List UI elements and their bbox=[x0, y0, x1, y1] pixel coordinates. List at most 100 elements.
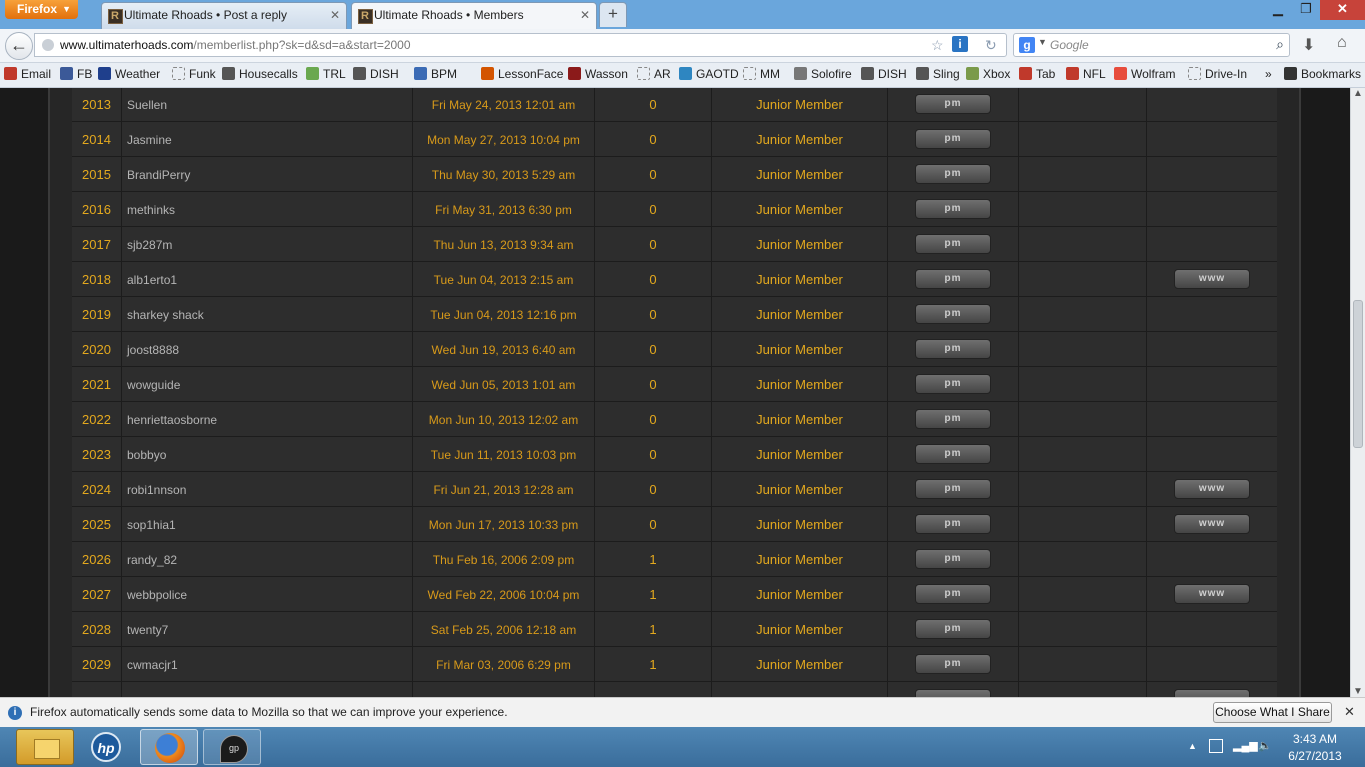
member-username-link[interactable] bbox=[122, 682, 413, 697]
search-input[interactable]: Google bbox=[1050, 38, 1089, 52]
member-post-count[interactable]: 0 bbox=[595, 472, 712, 506]
bookmark-item[interactable]: BPM bbox=[414, 67, 457, 81]
bookmark-star-icon[interactable]: ☆ bbox=[931, 37, 944, 54]
member-post-count[interactable]: 1 bbox=[595, 542, 712, 576]
pm-button[interactable]: pm bbox=[915, 199, 991, 219]
pm-button[interactable]: pm bbox=[915, 479, 991, 499]
firefox-menu-button[interactable]: Firefox ▼ bbox=[5, 0, 78, 19]
member-username-link[interactable]: webbpolice bbox=[122, 577, 413, 611]
pm-button[interactable]: pm bbox=[915, 234, 991, 254]
member-post-count[interactable]: 1 bbox=[595, 577, 712, 611]
member-username-link[interactable]: joost8888 bbox=[122, 332, 413, 366]
network-icon[interactable]: ▂▄▆ bbox=[1233, 739, 1258, 752]
pm-button[interactable]: pm bbox=[915, 444, 991, 464]
member-post-count[interactable]: 0 bbox=[595, 192, 712, 226]
new-tab-button[interactable]: + bbox=[599, 2, 627, 27]
member-post-count[interactable]: 0 bbox=[595, 122, 712, 156]
firefox-icon[interactable] bbox=[140, 729, 198, 765]
hp-icon[interactable]: hp bbox=[79, 729, 137, 765]
vertical-scrollbar[interactable]: ▲ ▼ bbox=[1350, 88, 1365, 697]
tab-close-icon[interactable]: ✕ bbox=[330, 3, 340, 28]
member-post-count[interactable]: 0 bbox=[595, 332, 712, 366]
close-window-button[interactable]: ✕ bbox=[1320, 0, 1365, 20]
url-text[interactable]: www.ultimaterhoads.com/memberlist.php?sk… bbox=[60, 38, 411, 52]
reload-icon[interactable]: ↻ bbox=[985, 37, 997, 54]
tab-members[interactable]: Ultimate Rhoads • Members ✕ bbox=[351, 2, 597, 29]
bookmark-item[interactable]: Wasson bbox=[568, 67, 628, 81]
member-username-link[interactable]: Jasmine bbox=[122, 122, 413, 156]
bookmarks-overflow-button[interactable]: » bbox=[1265, 67, 1272, 81]
member-username-link[interactable]: randy_82 bbox=[122, 542, 413, 576]
member-post-count[interactable]: 0 bbox=[595, 157, 712, 191]
member-post-count[interactable]: 0 bbox=[595, 437, 712, 471]
clock-date[interactable]: 6/27/2013 bbox=[1280, 749, 1350, 763]
bookmark-item[interactable]: Solofire bbox=[794, 67, 852, 81]
member-username-link[interactable]: sharkey shack bbox=[122, 297, 413, 331]
volume-icon[interactable]: 🔈 bbox=[1258, 739, 1272, 752]
member-username-link[interactable]: robi1nnson bbox=[122, 472, 413, 506]
chevron-down-icon[interactable]: ▼ bbox=[1038, 37, 1047, 47]
clock-time[interactable]: 3:43 AM bbox=[1280, 732, 1350, 746]
pm-button[interactable]: pm bbox=[915, 339, 991, 359]
pm-button[interactable]: pm bbox=[915, 619, 991, 639]
bookmark-item[interactable]: AR bbox=[637, 67, 671, 81]
bookmark-item[interactable]: GAOTD bbox=[679, 67, 739, 81]
member-username-link[interactable]: bobbyo bbox=[122, 437, 413, 471]
member-post-count[interactable]: 1 bbox=[595, 612, 712, 646]
member-post-count[interactable]: 0 bbox=[595, 297, 712, 331]
choose-what-i-share-button[interactable]: Choose What I Share bbox=[1213, 702, 1332, 723]
website-button[interactable]: www bbox=[1174, 479, 1250, 499]
pm-button[interactable]: pm bbox=[915, 269, 991, 289]
url-bar[interactable]: www.ultimaterhoads.com/memberlist.php?sk… bbox=[34, 33, 1007, 57]
bookmark-item[interactable]: FB bbox=[60, 67, 92, 81]
bookmark-item[interactable]: Funk bbox=[172, 67, 216, 81]
maximize-window-button[interactable]: ❐ bbox=[1292, 0, 1320, 20]
member-post-count[interactable]: 0 bbox=[595, 507, 712, 541]
member-post-count[interactable]: 0 bbox=[595, 367, 712, 401]
bookmark-item[interactable]: Drive-In bbox=[1188, 67, 1247, 81]
bookmark-item[interactable]: DISH bbox=[353, 67, 399, 81]
show-hidden-icons-icon[interactable]: ▲ bbox=[1188, 741, 1197, 751]
bookmark-item[interactable]: Tab bbox=[1019, 67, 1055, 81]
member-post-count[interactable]: 0 bbox=[595, 227, 712, 261]
website-button[interactable]: www bbox=[1174, 584, 1250, 604]
action-center-icon[interactable] bbox=[1209, 739, 1223, 753]
bookmark-item[interactable]: MM bbox=[743, 67, 780, 81]
member-username-link[interactable]: wowguide bbox=[122, 367, 413, 401]
pm-button[interactable]: pm bbox=[915, 584, 991, 604]
scrollbar-thumb[interactable] bbox=[1353, 300, 1363, 448]
info-icon[interactable]: i bbox=[952, 36, 968, 52]
close-icon[interactable]: ✕ bbox=[1344, 704, 1355, 720]
member-post-count[interactable]: 1 bbox=[595, 647, 712, 681]
bookmark-item[interactable]: NFL bbox=[1066, 67, 1106, 81]
tab-close-icon[interactable]: ✕ bbox=[580, 3, 590, 28]
website-button[interactable]: www bbox=[1174, 514, 1250, 534]
home-icon[interactable]: ⌂ bbox=[1337, 34, 1347, 52]
file-explorer-icon[interactable] bbox=[16, 729, 74, 765]
pm-button[interactable]: pm bbox=[915, 129, 991, 149]
pm-button[interactable]: pm bbox=[915, 164, 991, 184]
bookmark-item[interactable]: Housecalls bbox=[222, 67, 298, 81]
pm-button[interactable]: pm bbox=[915, 514, 991, 534]
member-username-link[interactable]: BrandiPerry bbox=[122, 157, 413, 191]
guitar-pro-icon[interactable]: gp bbox=[203, 729, 261, 765]
bookmark-item[interactable]: Sling bbox=[916, 67, 960, 81]
search-box[interactable]: g ▼ Google ⌕ bbox=[1013, 33, 1290, 57]
member-post-count[interactable]: 0 bbox=[595, 402, 712, 436]
bookmark-item[interactable]: LessonFace bbox=[481, 67, 563, 81]
download-icon[interactable]: ⬇ bbox=[1302, 35, 1315, 55]
bookmarks-menu-button[interactable]: Bookmarks bbox=[1284, 67, 1361, 81]
website-button[interactable] bbox=[1174, 689, 1250, 697]
bookmark-item[interactable]: TRL bbox=[306, 67, 346, 81]
pm-button[interactable]: pm bbox=[915, 549, 991, 569]
member-post-count[interactable]: 0 bbox=[595, 88, 712, 121]
pm-button[interactable]: pm bbox=[915, 409, 991, 429]
member-post-count[interactable] bbox=[595, 682, 712, 697]
pm-button[interactable]: pm bbox=[915, 654, 991, 674]
member-username-link[interactable]: Suellen bbox=[122, 88, 413, 121]
pm-button[interactable] bbox=[915, 689, 991, 697]
minimize-window-button[interactable]: ▁ bbox=[1264, 0, 1292, 20]
scroll-down-icon[interactable]: ▼ bbox=[1353, 686, 1363, 697]
bookmark-item[interactable]: Weather bbox=[98, 67, 160, 81]
member-username-link[interactable]: twenty7 bbox=[122, 612, 413, 646]
